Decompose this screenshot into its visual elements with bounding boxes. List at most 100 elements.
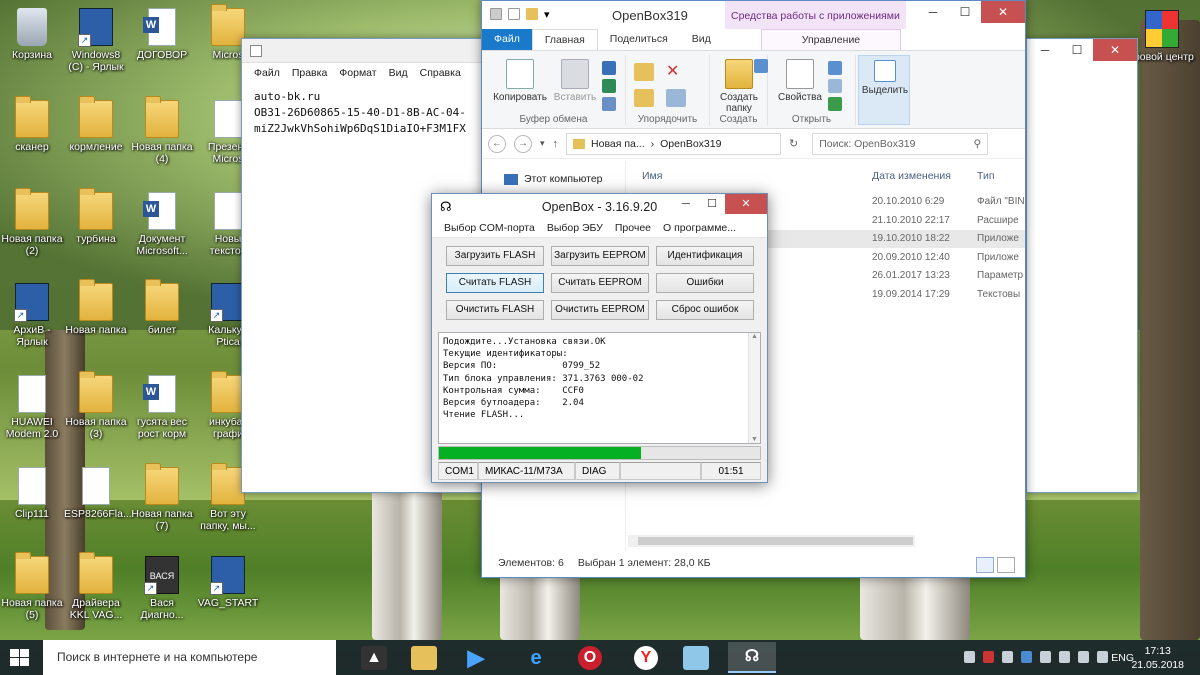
taskbar-app-explorer[interactable] xyxy=(400,642,448,673)
volume-icon[interactable] xyxy=(1097,651,1108,663)
desktop-icon[interactable]: гусята вес рост корм xyxy=(130,375,194,440)
properties-button[interactable]: Свойства xyxy=(774,59,826,103)
taskbar-app-openbox[interactable]: ☊ xyxy=(728,642,776,673)
desktop-icon[interactable]: АрхиВ - Ярлык xyxy=(0,283,64,348)
desktop-icon[interactable]: HUAWEI Modem 2.0 xyxy=(0,375,64,440)
desktop-icon-partial[interactable]: гровой центр xyxy=(1130,10,1194,63)
identification-button[interactable]: Идентификация xyxy=(656,246,754,266)
desktop-icon[interactable]: сканер xyxy=(0,96,64,153)
select-button[interactable]: Выделить xyxy=(861,60,909,96)
menu-format[interactable]: Формат xyxy=(339,67,376,79)
desktop-icon[interactable]: билет xyxy=(130,279,194,336)
chevron-down-icon[interactable]: ▾ xyxy=(544,8,552,21)
tab-share[interactable]: Поделиться xyxy=(598,29,680,50)
close-icon[interactable]: ✕ xyxy=(725,194,767,214)
read-flash-button[interactable]: Считать FLASH xyxy=(446,273,544,293)
desktop-icon[interactable]: VAG_START xyxy=(196,556,260,609)
copy-to-icon[interactable] xyxy=(634,89,654,107)
close-icon[interactable]: ✕ xyxy=(1093,39,1137,61)
paste-shortcut-icon[interactable] xyxy=(602,97,616,111)
chevron-down-icon[interactable]: ▾ xyxy=(540,138,545,149)
new-item-icon[interactable] xyxy=(754,59,768,73)
history-icon[interactable] xyxy=(828,97,842,111)
desktop-icon[interactable]: ДОГОВОР xyxy=(130,8,194,61)
desktop-icon[interactable]: Новая папка (4) xyxy=(130,96,194,165)
desktop-icon[interactable]: ВАСЯВася Диагно... xyxy=(130,556,194,621)
menu-help[interactable]: Справка xyxy=(420,67,461,79)
edit-icon[interactable] xyxy=(828,79,842,93)
close-icon[interactable]: ✕ xyxy=(981,1,1025,23)
tab-view[interactable]: Вид xyxy=(680,29,723,50)
explorer-titlebar[interactable]: ▾ OpenBox319 Средства работы с приложени… xyxy=(482,1,1025,29)
menu-file[interactable]: Файл xyxy=(254,67,280,79)
minimize-icon[interactable]: ─ xyxy=(917,1,949,23)
up-arrow-icon[interactable]: ↑ xyxy=(553,138,559,150)
windows-start-icon[interactable] xyxy=(10,649,30,667)
delete-icon[interactable]: ✕ xyxy=(666,63,686,81)
desktop-icon[interactable]: Драйвера KKL VAG... xyxy=(64,552,128,621)
flag-icon[interactable] xyxy=(1059,651,1070,663)
menu-about[interactable]: О программе... xyxy=(663,222,736,234)
taskbar-app-opera[interactable]: O xyxy=(566,642,614,673)
copy-button[interactable]: Копировать xyxy=(492,59,548,103)
scroll-down-icon[interactable]: ▼ xyxy=(749,436,760,443)
column-name[interactable]: Имя xyxy=(642,170,662,182)
log-output[interactable]: Подождите...Установка связи.OK Текущие и… xyxy=(438,332,761,444)
horizontal-scrollbar[interactable] xyxy=(628,535,915,547)
log-scrollbar[interactable]: ▲ ▼ xyxy=(748,333,760,443)
network-icon[interactable] xyxy=(1078,651,1089,663)
desktop-icon[interactable]: Clip111 xyxy=(0,467,64,520)
menu-view[interactable]: Вид xyxy=(389,67,408,79)
load-flash-button[interactable]: Загрузить FLASH xyxy=(446,246,544,266)
clear-eeprom-button[interactable]: Очистить EEPROM xyxy=(551,300,649,320)
breadcrumb-part[interactable]: Новая па... xyxy=(591,138,645,150)
refresh-icon[interactable]: ↻ xyxy=(789,137,798,150)
forward-icon[interactable]: → xyxy=(514,134,532,153)
column-date[interactable]: Дата изменения xyxy=(872,170,951,182)
desktop-icon[interactable]: Новая папка (7) xyxy=(130,463,194,532)
column-type[interactable]: Тип xyxy=(977,170,995,182)
desktop-icon[interactable]: турбина xyxy=(64,188,128,245)
clear-flash-button[interactable]: Очистить FLASH xyxy=(446,300,544,320)
nav-item-this-pc[interactable]: Этот компьютер xyxy=(504,173,603,185)
tab-home[interactable]: Главная xyxy=(531,29,598,50)
taskbar-search-input[interactable]: Поиск в интернете и на компьютере xyxy=(43,640,336,675)
background-window[interactable]: ─ ☐ ✕ xyxy=(1026,38,1138,493)
properties-icon[interactable] xyxy=(508,8,520,20)
details-view-icon[interactable] xyxy=(976,557,994,573)
taskbar-app-wizard[interactable]: ▲ xyxy=(350,642,398,673)
tray-icon[interactable] xyxy=(983,651,994,663)
taskbar-app-ie[interactable]: e xyxy=(512,642,560,673)
errors-button[interactable]: Ошибки xyxy=(656,273,754,293)
desktop-icon[interactable]: Windows8 (C) - Ярлык xyxy=(64,8,128,73)
address-bar[interactable]: Новая па... › OpenBox319 xyxy=(566,132,782,155)
notepad-text-area[interactable]: auto-bk.ru OB31-26D60865-15-40-D1-8B-AC-0… xyxy=(242,83,492,143)
new-folder-icon[interactable] xyxy=(526,8,538,20)
read-eeprom-button[interactable]: Считать EEPROM xyxy=(551,273,649,293)
taskbar-app-yandex[interactable]: Y xyxy=(622,642,670,673)
desktop-icon[interactable]: Документ Microsoft... xyxy=(130,192,194,257)
paste-button[interactable]: Вставить xyxy=(550,59,600,103)
tab-file[interactable]: Файл xyxy=(482,29,532,50)
desktop-icon[interactable]: Новая папка xyxy=(64,279,128,336)
desktop-icon[interactable]: Новая папка (5) xyxy=(0,552,64,621)
breadcrumb-current[interactable]: OpenBox319 xyxy=(660,138,721,150)
reset-errors-button[interactable]: Сброс ошибок xyxy=(656,300,754,320)
large-icons-view-icon[interactable] xyxy=(997,557,1015,573)
load-eeprom-button[interactable]: Загрузить EEPROM xyxy=(551,246,649,266)
battery-icon[interactable] xyxy=(1040,651,1051,663)
maximize-icon[interactable]: ☐ xyxy=(949,1,981,23)
openbox-titlebar[interactable]: ☊ OpenBox - 3.16.9.20 ─ ☐ ✕ xyxy=(432,194,767,218)
notepad-titlebar[interactable] xyxy=(242,39,492,63)
open-icon[interactable] xyxy=(828,61,842,75)
taskbar-app-player[interactable]: ▶ xyxy=(452,642,500,673)
scrollbar-thumb[interactable] xyxy=(638,537,913,545)
move-to-icon[interactable] xyxy=(634,63,654,81)
menu-edit[interactable]: Правка xyxy=(292,67,327,79)
tray-icon[interactable] xyxy=(1002,651,1013,663)
scroll-up-icon[interactable]: ▲ xyxy=(749,333,760,340)
rename-icon[interactable] xyxy=(666,89,686,107)
tab-manage[interactable]: Управление xyxy=(760,29,902,50)
desktop-icon[interactable]: Корзина xyxy=(0,8,64,61)
clock[interactable]: 17:13 21.05.2018 xyxy=(1131,644,1184,672)
